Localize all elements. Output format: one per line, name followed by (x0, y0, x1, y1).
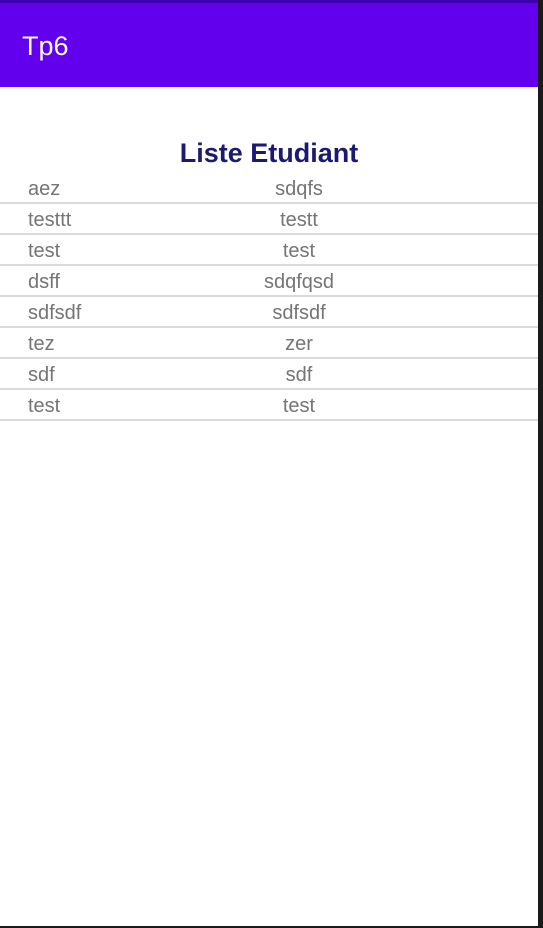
list-item[interactable]: testtt testt (0, 204, 538, 235)
list-item[interactable]: tez zer (0, 328, 538, 359)
student-list[interactable]: aez sdqfs testtt testt test test dsff sd… (0, 173, 538, 421)
student-detail: sdqfs (275, 178, 323, 200)
list-item[interactable]: dsff sdqfqsd (0, 266, 538, 297)
student-detail: test (282, 240, 316, 262)
screen-edge-right (538, 0, 543, 928)
list-item[interactable]: aez sdqfs (0, 173, 538, 204)
student-detail: sdqfqsd (263, 271, 335, 293)
student-detail: test (282, 395, 316, 417)
student-detail: sdf (285, 364, 313, 386)
list-title: Liste Etudiant (179, 138, 359, 168)
app-title: Tp6 (22, 31, 69, 61)
app-bar: Tp6 (0, 0, 538, 87)
list-item[interactable]: sdf sdf (0, 359, 538, 390)
list-item[interactable]: sdfsdf sdfsdf (0, 297, 538, 328)
student-detail: zer (285, 333, 313, 355)
list-item[interactable]: test test (0, 235, 538, 266)
list-item[interactable]: test test (0, 390, 538, 421)
student-detail: sdfsdf (272, 302, 326, 324)
app-screen: Tp6 Liste Etudiant aez sdqfs testtt test… (0, 0, 543, 928)
student-detail: testt (280, 209, 318, 231)
